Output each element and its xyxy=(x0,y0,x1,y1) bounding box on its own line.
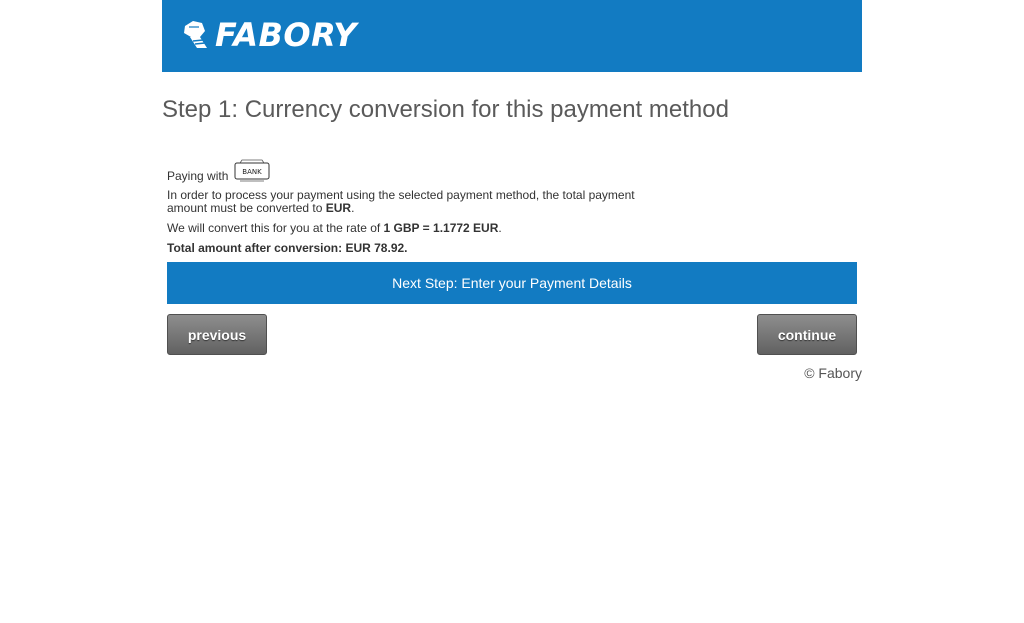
bank-icon: BANK xyxy=(234,159,270,182)
header-banner: FABORY xyxy=(162,0,862,72)
bolt-icon xyxy=(184,21,207,48)
continue-button[interactable]: continue xyxy=(757,314,857,355)
next-step-banner: Next Step: Enter your Payment Details xyxy=(167,262,857,304)
footer-copyright: © Fabory xyxy=(804,365,862,381)
conversion-rate: We will convert this for you at the rate… xyxy=(167,221,857,235)
paying-with-row: Paying with BANK xyxy=(167,157,857,183)
logo-text: FABORY xyxy=(215,16,357,54)
payment-info: Paying with BANK In order to process you… xyxy=(167,157,857,255)
page-container: FABORY Step 1: Currency conversion for t… xyxy=(162,0,862,381)
conversion-notice-text: In order to process your payment using t… xyxy=(167,188,635,215)
page-title: Step 1: Currency conversion for this pay… xyxy=(162,96,729,123)
paying-with-label: Paying with xyxy=(167,169,229,183)
conversion-notice-suffix: . xyxy=(351,201,355,215)
rate-value: 1 GBP = 1.1772 EUR xyxy=(383,221,499,235)
previous-button[interactable]: previous xyxy=(167,314,267,355)
conversion-notice: In order to process your payment using t… xyxy=(167,189,637,215)
bank-icon-text: BANK xyxy=(243,168,263,176)
total-amount: Total amount after conversion: EUR 78.92… xyxy=(167,241,408,255)
conversion-currency: EUR xyxy=(325,201,352,215)
fabory-logo: FABORY xyxy=(179,15,357,55)
rate-prefix: We will convert this for you at the rate… xyxy=(167,221,384,235)
rate-suffix: . xyxy=(498,221,502,235)
